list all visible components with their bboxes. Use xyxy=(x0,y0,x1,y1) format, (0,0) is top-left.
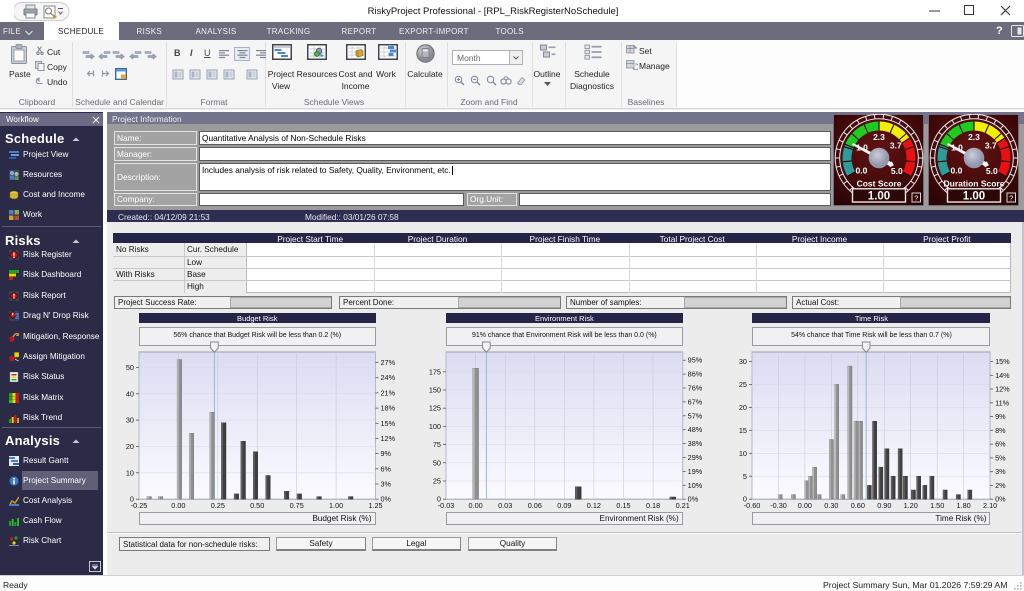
svg-text:0.00: 0.00 xyxy=(171,501,185,510)
svg-text:1.00: 1.00 xyxy=(329,501,343,510)
svg-text:Duration Score: Duration Score xyxy=(944,179,1005,189)
svg-text:1.00: 1.00 xyxy=(963,191,985,203)
svg-text:10: 10 xyxy=(126,468,134,477)
svg-text:0.75: 0.75 xyxy=(290,501,304,510)
svg-text:27%: 27% xyxy=(380,358,395,367)
svg-text:10: 10 xyxy=(739,449,747,458)
svg-text:25: 25 xyxy=(739,380,747,389)
svg-text:5.0: 5.0 xyxy=(986,166,998,176)
svg-text:0.50: 0.50 xyxy=(250,501,264,510)
svg-text:95%: 95% xyxy=(688,356,703,365)
svg-text:15: 15 xyxy=(739,426,747,435)
svg-text:3.7: 3.7 xyxy=(890,140,902,150)
svg-text:30: 30 xyxy=(126,416,134,425)
svg-text:19%: 19% xyxy=(688,467,703,476)
svg-text:0.60: 0.60 xyxy=(851,501,865,510)
svg-text:-0.03: -0.03 xyxy=(438,501,455,510)
svg-text:76%: 76% xyxy=(688,383,703,392)
svg-text:1.25: 1.25 xyxy=(368,501,382,510)
svg-text:?: ? xyxy=(914,193,918,202)
svg-text:125: 125 xyxy=(429,404,441,413)
svg-text:0.30: 0.30 xyxy=(825,501,839,510)
svg-text:0.12: 0.12 xyxy=(587,501,601,510)
svg-text:38%: 38% xyxy=(688,439,703,448)
svg-text:1.50: 1.50 xyxy=(930,501,944,510)
svg-text:?: ? xyxy=(1009,193,1013,202)
svg-text:0.09: 0.09 xyxy=(557,501,571,510)
svg-text:6%: 6% xyxy=(380,464,391,473)
svg-text:1.20: 1.20 xyxy=(904,501,918,510)
svg-text:21%: 21% xyxy=(380,388,395,397)
svg-text:2.3: 2.3 xyxy=(968,132,980,142)
svg-text:20: 20 xyxy=(739,403,747,412)
svg-text:-0.30: -0.30 xyxy=(771,501,788,510)
svg-text:Cost Score: Cost Score xyxy=(857,179,902,189)
svg-text:-0.60: -0.60 xyxy=(744,501,761,510)
svg-text:75: 75 xyxy=(433,440,441,449)
svg-text:3%: 3% xyxy=(995,467,1006,476)
svg-text:50: 50 xyxy=(433,458,441,467)
svg-text:25: 25 xyxy=(433,476,441,485)
svg-text:150: 150 xyxy=(429,385,441,394)
svg-text:15%: 15% xyxy=(995,357,1010,366)
svg-text:3.7: 3.7 xyxy=(985,140,997,150)
svg-text:2%: 2% xyxy=(995,481,1006,490)
svg-text:5%: 5% xyxy=(995,453,1006,462)
svg-text:0.0: 0.0 xyxy=(855,165,867,175)
svg-text:-0.25: -0.25 xyxy=(131,501,148,510)
svg-text:86%: 86% xyxy=(688,370,703,379)
svg-text:5: 5 xyxy=(743,472,747,481)
svg-text:14%: 14% xyxy=(995,371,1010,380)
svg-text:3%: 3% xyxy=(380,479,391,488)
svg-text:40: 40 xyxy=(126,389,134,398)
svg-text:2.10: 2.10 xyxy=(983,501,997,510)
svg-text:1.80: 1.80 xyxy=(957,501,971,510)
svg-text:5.0: 5.0 xyxy=(891,166,903,176)
svg-text:30: 30 xyxy=(739,357,747,366)
svg-text:11%: 11% xyxy=(995,398,1010,407)
svg-text:10%: 10% xyxy=(688,481,703,490)
svg-text:18%: 18% xyxy=(380,404,395,413)
svg-text:9%: 9% xyxy=(995,412,1006,421)
svg-text:67%: 67% xyxy=(688,397,703,406)
svg-text:0.03: 0.03 xyxy=(498,501,512,510)
svg-text:2.3: 2.3 xyxy=(873,132,885,142)
svg-text:48%: 48% xyxy=(688,425,703,434)
svg-text:20: 20 xyxy=(126,442,134,451)
svg-text:6%: 6% xyxy=(995,440,1006,449)
svg-text:0.0: 0.0 xyxy=(950,165,962,175)
svg-text:0.00: 0.00 xyxy=(469,501,483,510)
svg-text:0.90: 0.90 xyxy=(878,501,892,510)
svg-text:0.25: 0.25 xyxy=(211,501,225,510)
svg-text:0.18: 0.18 xyxy=(646,501,660,510)
svg-text:1.00: 1.00 xyxy=(868,191,890,203)
svg-text:57%: 57% xyxy=(688,411,703,420)
svg-text:175: 175 xyxy=(429,367,441,376)
svg-text:8%: 8% xyxy=(995,426,1006,435)
svg-text:0.21: 0.21 xyxy=(676,501,690,510)
svg-text:24%: 24% xyxy=(380,373,395,382)
svg-text:0.15: 0.15 xyxy=(616,501,630,510)
svg-text:9%: 9% xyxy=(380,449,391,458)
svg-text:15%: 15% xyxy=(380,419,395,428)
svg-text:12%: 12% xyxy=(995,384,1010,393)
svg-text:29%: 29% xyxy=(688,453,703,462)
svg-text:0.06: 0.06 xyxy=(528,501,542,510)
svg-text:12%: 12% xyxy=(380,434,395,443)
svg-text:100: 100 xyxy=(429,422,441,431)
svg-text:50: 50 xyxy=(126,363,134,372)
svg-text:0.00: 0.00 xyxy=(798,501,812,510)
